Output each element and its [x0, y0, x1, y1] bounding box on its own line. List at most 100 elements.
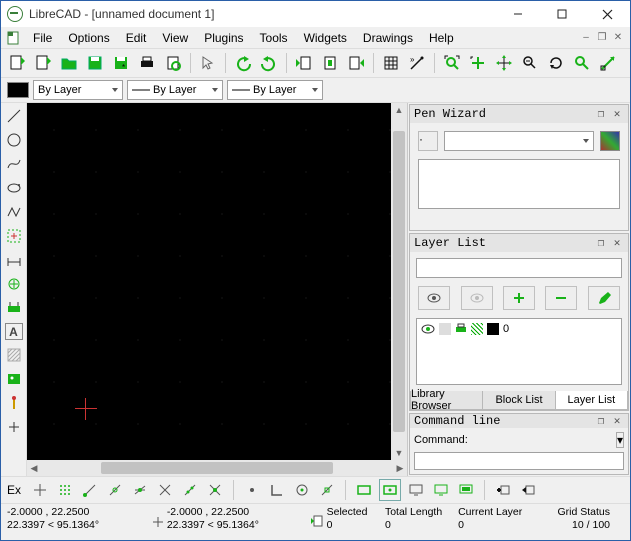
layer-hide-all[interactable] [461, 286, 493, 310]
layer-filter-input[interactable] [416, 258, 622, 278]
nav-right-button[interactable] [344, 51, 368, 75]
mdi-close[interactable]: ✕ [610, 31, 626, 45]
nav-left-button[interactable] [292, 51, 316, 75]
menu-plugins[interactable]: Plugins [196, 29, 251, 47]
zoom-pan-button[interactable] [492, 51, 516, 75]
color-swatch[interactable] [7, 82, 29, 98]
dimension-tool[interactable] [5, 251, 23, 269]
pen-wizard-color[interactable] [600, 131, 620, 151]
zoom-prev-button[interactable] [518, 51, 542, 75]
status-icon-1[interactable] [149, 506, 167, 538]
snap-middle[interactable] [155, 480, 175, 500]
layer-edit[interactable] [588, 286, 620, 310]
restrict-nothing[interactable] [242, 480, 262, 500]
zoom-scale-button[interactable] [596, 51, 620, 75]
block-insert[interactable] [518, 480, 538, 500]
drawing-canvas[interactable] [27, 103, 391, 460]
tab-block-list[interactable]: Block List [483, 391, 555, 409]
menu-tools[interactable]: Tools [252, 29, 296, 47]
linetype-combo[interactable]: By Layer [227, 80, 323, 100]
snap-distance[interactable] [180, 480, 200, 500]
mdi-restore[interactable]: ❐ [594, 31, 610, 45]
command-line-undock[interactable]: ❐ [594, 414, 608, 428]
new-button[interactable] [5, 51, 29, 75]
menu-edit[interactable]: Edit [118, 29, 155, 47]
vertical-scrollbar[interactable]: ▲▼ [391, 103, 407, 460]
command-line-close[interactable]: ✕ [610, 414, 624, 428]
hatch-tool[interactable] [5, 346, 23, 364]
circle-tool[interactable] [5, 131, 23, 149]
relative-zero-set[interactable] [379, 479, 401, 501]
point-tool[interactable] [5, 418, 23, 436]
layer-list[interactable]: 0 [416, 318, 622, 385]
add-point-tool[interactable] [5, 275, 23, 293]
close-button[interactable] [584, 1, 630, 27]
zoom-window-button[interactable] [570, 51, 594, 75]
mdi-minimize[interactable]: – [578, 31, 594, 45]
menu-file[interactable]: File [25, 29, 60, 47]
menu-widgets[interactable]: Widgets [296, 29, 355, 47]
pen-wizard-toggle[interactable]: · [418, 131, 438, 151]
pen-wizard-list[interactable] [418, 159, 620, 209]
zoom-in-button[interactable] [466, 51, 490, 75]
block-tool[interactable] [5, 394, 23, 412]
horizontal-scrollbar[interactable]: ◀▶ [27, 460, 407, 476]
zoom-extents-button[interactable] [440, 51, 464, 75]
snap-endpoint[interactable] [80, 480, 100, 500]
layer-list-close[interactable]: ✕ [610, 236, 624, 250]
snap-center[interactable] [130, 480, 150, 500]
save-as-button[interactable]: * [109, 51, 133, 75]
draft-button[interactable]: » [405, 51, 429, 75]
redo-button[interactable] [257, 51, 281, 75]
snap-on-entity[interactable] [105, 480, 125, 500]
menu-options[interactable]: Options [60, 29, 117, 47]
menu-view[interactable]: View [154, 29, 196, 47]
undo-button[interactable] [231, 51, 255, 75]
menu-help[interactable]: Help [421, 29, 462, 47]
menu-drawings[interactable]: Drawings [355, 29, 421, 47]
tab-library-browser[interactable]: Library Browser [411, 391, 483, 409]
ellipse-tool[interactable] [5, 179, 23, 197]
print-preview-button[interactable] [161, 51, 185, 75]
command-input[interactable] [414, 452, 624, 470]
tab-layer-list[interactable]: Layer List [556, 391, 627, 409]
nav-center-button[interactable] [318, 51, 342, 75]
layer-add[interactable] [503, 286, 535, 310]
pointer-button[interactable] [196, 51, 220, 75]
relative-zero-lock[interactable] [354, 480, 374, 500]
color-combo[interactable]: By Layer [33, 80, 123, 100]
layer-show-all[interactable] [418, 286, 450, 310]
pen-wizard-undock[interactable]: ❐ [594, 107, 608, 121]
print-button[interactable] [135, 51, 159, 75]
snap-intersection[interactable] [205, 480, 225, 500]
polyline-tool[interactable] [5, 203, 23, 221]
width-combo[interactable]: By Layer [127, 80, 223, 100]
text-tool[interactable]: A [5, 323, 23, 340]
save-button[interactable] [83, 51, 107, 75]
status-icon-2[interactable] [309, 506, 327, 538]
restrict-vert[interactable] [317, 480, 337, 500]
modify-tool[interactable] [5, 299, 23, 317]
grid-button[interactable] [379, 51, 403, 75]
minimize-button[interactable] [496, 1, 540, 27]
layer-remove[interactable] [545, 286, 577, 310]
snap-grid[interactable] [55, 480, 75, 500]
restrict-horiz[interactable] [292, 480, 312, 500]
zoom-redraw-button[interactable] [544, 51, 568, 75]
screen-1[interactable] [406, 480, 426, 500]
spline-tool[interactable] [5, 155, 23, 173]
image-tool[interactable] [5, 370, 23, 388]
snap-free[interactable] [30, 480, 50, 500]
screen-3[interactable] [456, 480, 476, 500]
layer-list-undock[interactable]: ❐ [594, 236, 608, 250]
block-add[interactable] [493, 480, 513, 500]
maximize-button[interactable] [540, 1, 584, 27]
command-menu-button[interactable]: ▾ [616, 432, 624, 448]
open-button[interactable] [31, 51, 55, 75]
screen-2[interactable] [431, 480, 451, 500]
folder-open-button[interactable] [57, 51, 81, 75]
pen-wizard-combo[interactable] [444, 131, 594, 151]
pen-wizard-close[interactable]: ✕ [610, 107, 624, 121]
layer-row[interactable]: 0 [421, 323, 617, 335]
restrict-ortho[interactable] [267, 480, 287, 500]
